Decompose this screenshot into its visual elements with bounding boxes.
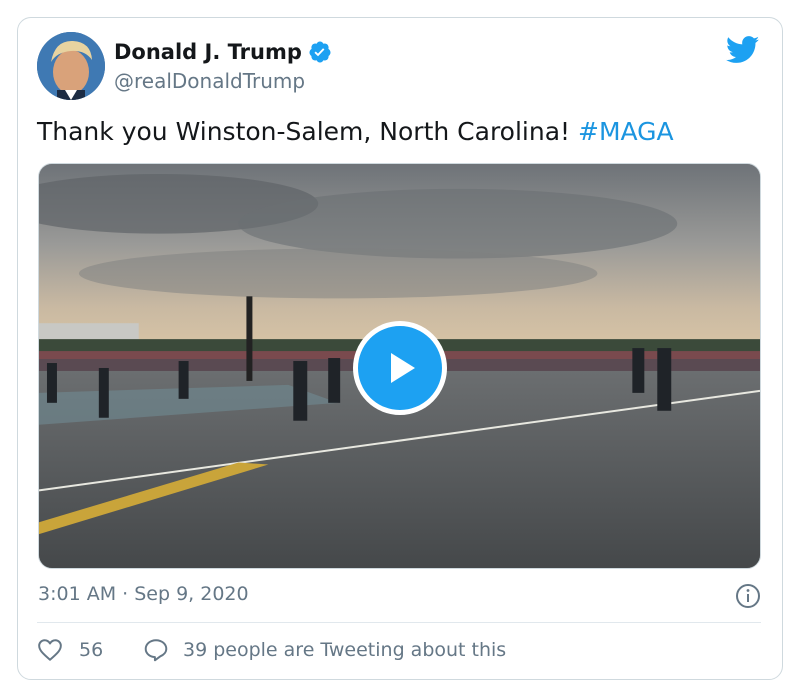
tweet-actions: 56 39 people are Tweeting about this (37, 637, 761, 665)
author-handle[interactable]: @realDonaldTrump (114, 69, 305, 93)
tweet-text: Thank you Winston-Salem, North Carolina!… (37, 117, 674, 146)
play-icon (391, 353, 415, 383)
verified-badge-icon (308, 40, 332, 64)
conversation-link[interactable]: 39 people are Tweeting about this (143, 637, 506, 663)
display-name-text: Donald J. Trump (114, 40, 302, 64)
like-count: 56 (79, 639, 104, 661)
tweet-body: Thank you Winston-Salem, North Carolina! (37, 117, 578, 146)
twitter-bird-icon[interactable] (725, 36, 760, 64)
author-display-name[interactable]: Donald J. Trump (114, 40, 332, 64)
like-button[interactable]: 56 (37, 637, 103, 663)
heart-icon (38, 639, 62, 661)
conversation-text: 39 people are Tweeting about this (183, 639, 507, 661)
tweet-card[interactable]: Donald J. Trump @realDonaldTrump Thank y… (17, 17, 783, 680)
play-button[interactable] (353, 321, 447, 415)
video-player[interactable] (38, 163, 761, 569)
hashtag-link[interactable]: #MAGA (578, 117, 674, 146)
avatar[interactable] (37, 32, 105, 100)
divider (37, 622, 761, 623)
tweet-timestamp[interactable]: 3:01 AM · Sep 9, 2020 (38, 583, 249, 605)
info-icon[interactable] (735, 583, 761, 609)
tweet-meta-row: 3:01 AM · Sep 9, 2020 (37, 583, 761, 609)
speech-bubble-icon (144, 639, 168, 662)
